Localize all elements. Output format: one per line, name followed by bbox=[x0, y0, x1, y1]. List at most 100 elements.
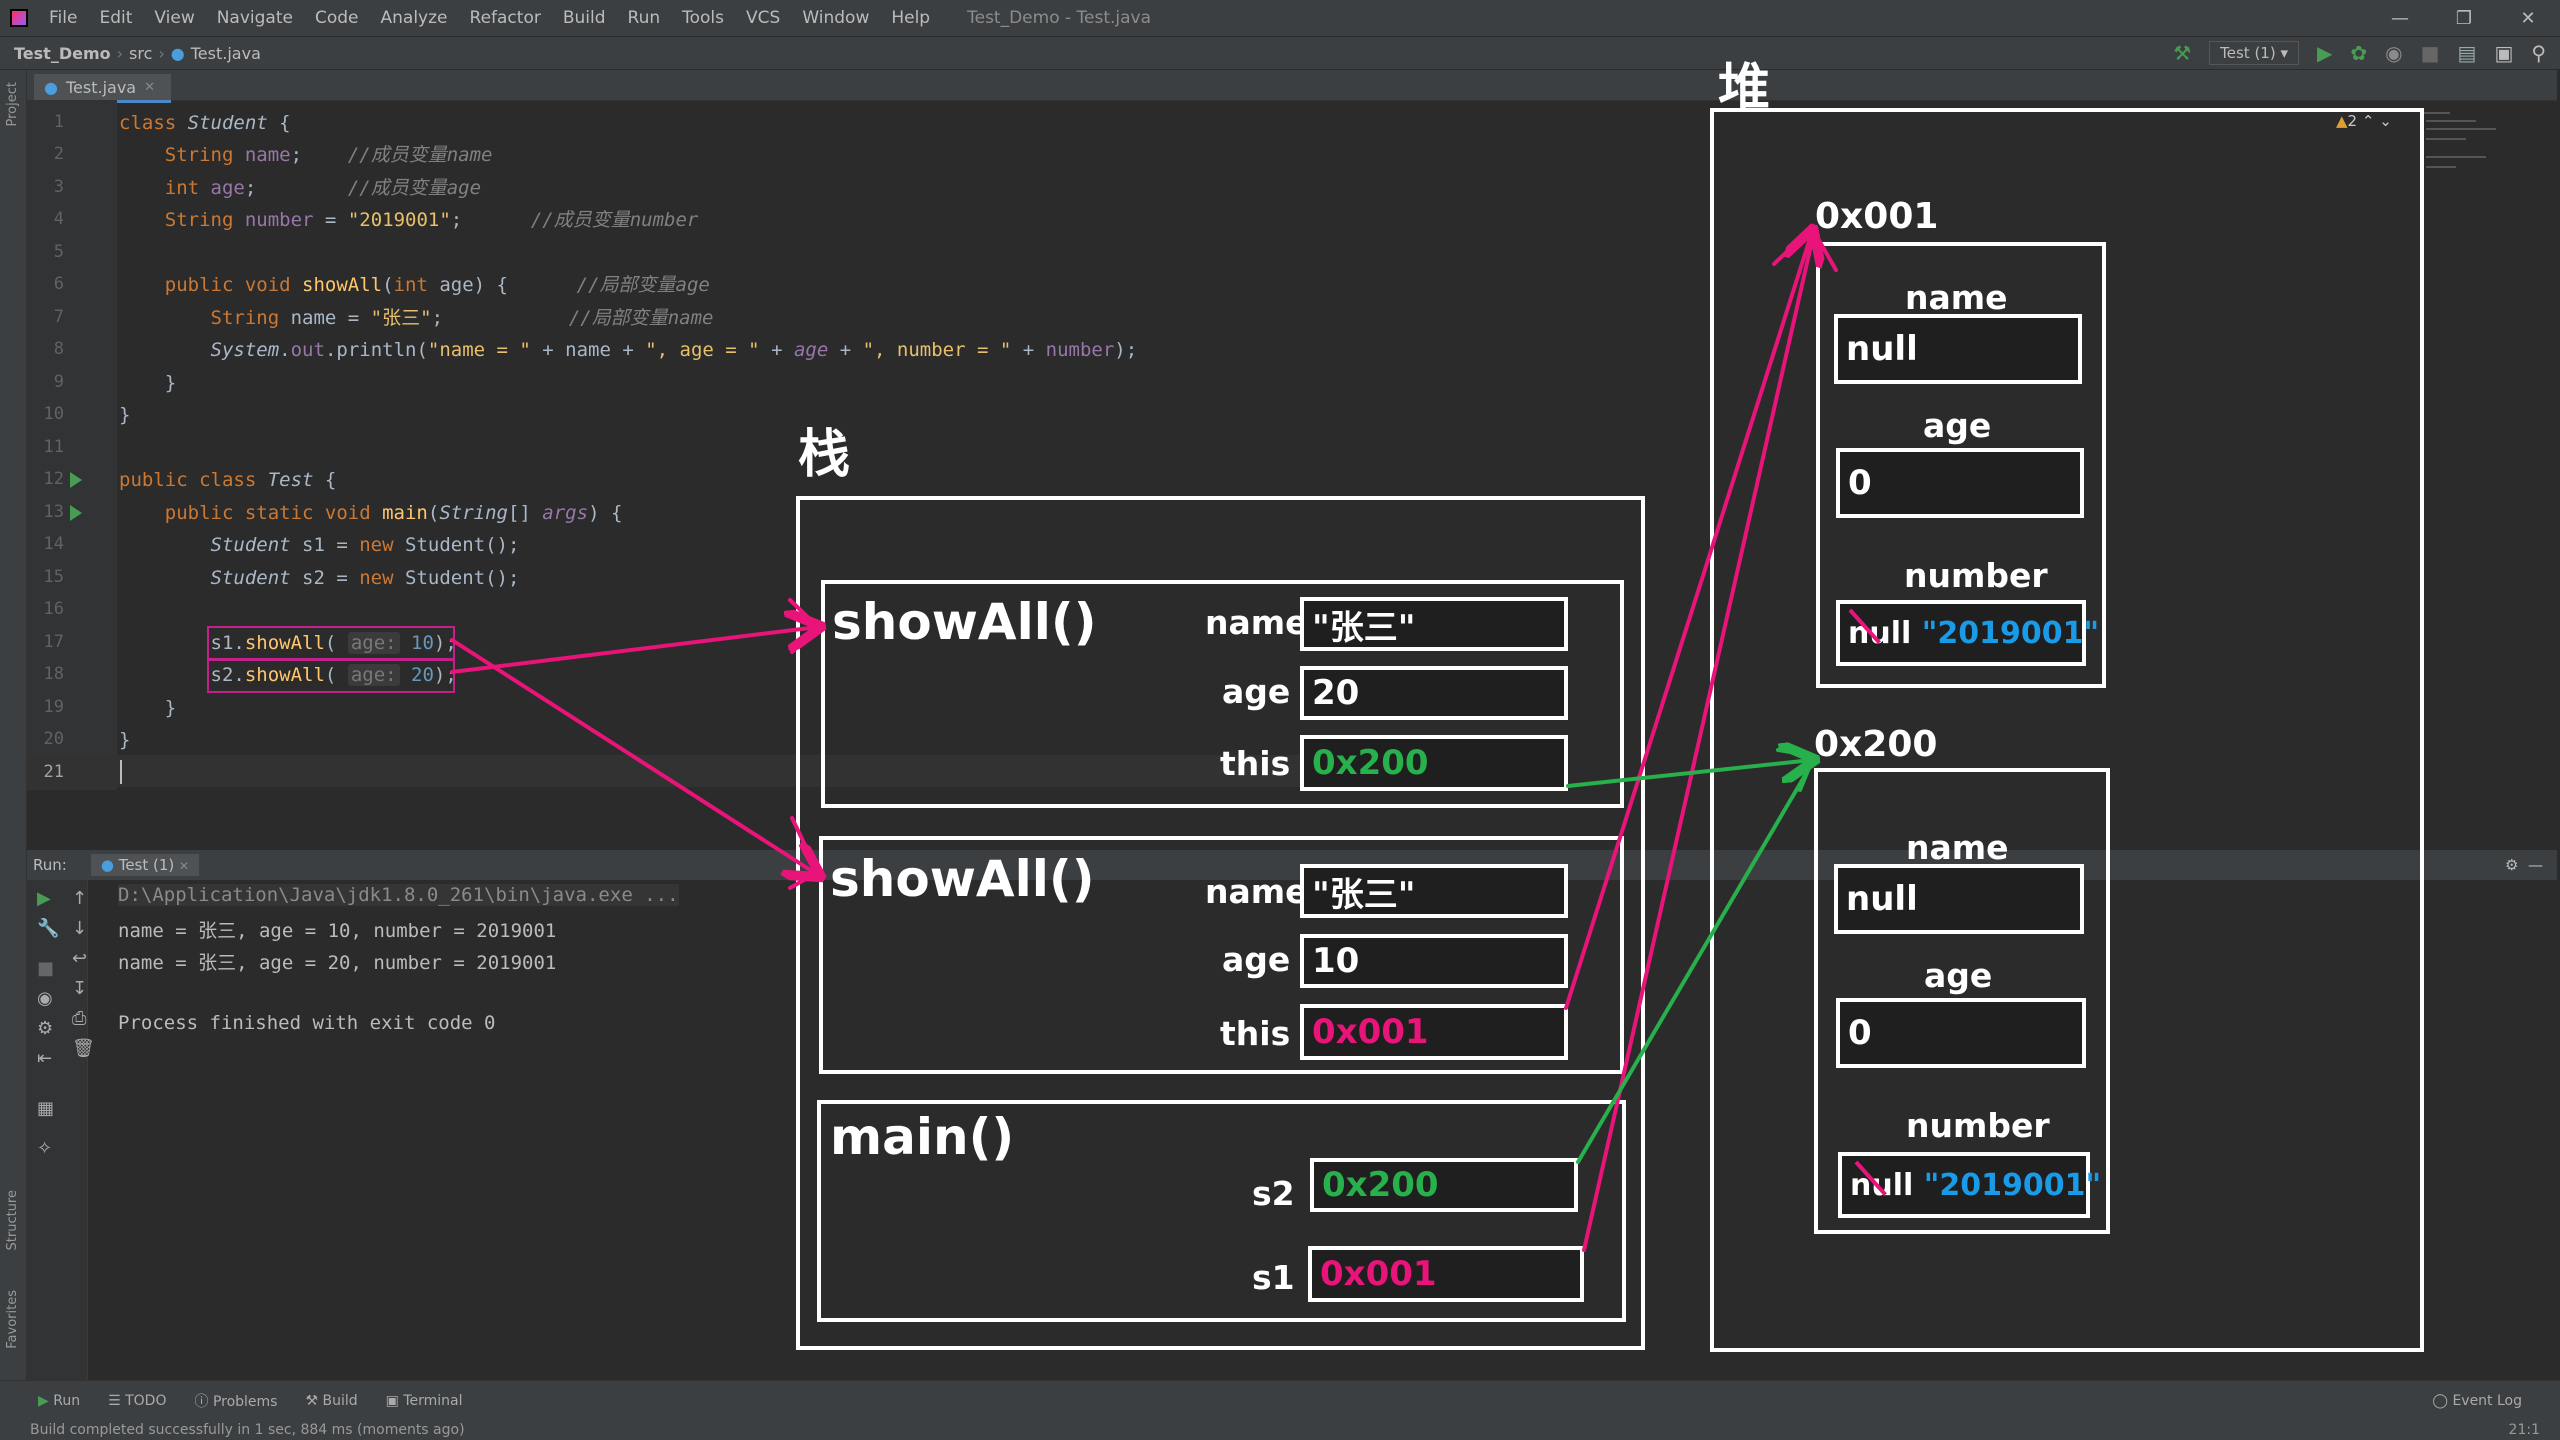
restore-icon[interactable]: ❐ bbox=[2432, 8, 2496, 29]
rerun-icon[interactable]: ▶ bbox=[37, 888, 51, 909]
code-line-20: } bbox=[119, 729, 131, 751]
code-line-2: String name; //成员变量name bbox=[164, 144, 493, 166]
trash-icon[interactable]: 🗑 bbox=[72, 1038, 95, 1059]
console-line: name = 张三, age = 20, number = 2019001 bbox=[118, 952, 557, 974]
menu-run[interactable]: Run bbox=[617, 8, 672, 28]
line-number: 18 bbox=[43, 664, 64, 684]
run-gutter-icon[interactable] bbox=[70, 472, 82, 488]
menu-analyze[interactable]: Analyze bbox=[370, 8, 459, 28]
line-number: 2 bbox=[53, 144, 64, 164]
line-number: 17 bbox=[43, 632, 64, 652]
field-label: age bbox=[1923, 406, 1992, 445]
heap-object-0x001 bbox=[1816, 242, 2106, 688]
list-icon: ☰ bbox=[108, 1392, 121, 1409]
menu-help[interactable]: Help bbox=[880, 8, 941, 28]
status-bar: Build completed successfully in 1 sec, 8… bbox=[0, 1420, 2560, 1440]
close-tab-icon[interactable]: ✕ bbox=[144, 80, 155, 95]
tab-run[interactable]: ▶ Run bbox=[38, 1393, 80, 1409]
line-number: 5 bbox=[53, 242, 64, 262]
editor-tab-bar bbox=[27, 70, 2557, 101]
info-icon: ⓘ bbox=[194, 1393, 209, 1410]
favorites-tool-button[interactable]: Favorites bbox=[5, 1290, 20, 1349]
code-line-6: public void showAll(int age) { //局部变量age bbox=[164, 274, 710, 296]
var-label: name bbox=[1205, 603, 1308, 642]
code-line-14: Student s1 = new Student(); bbox=[210, 534, 520, 556]
breadcrumb-project[interactable]: Test_Demo bbox=[0, 44, 117, 63]
menu-navigate[interactable]: Navigate bbox=[206, 8, 304, 28]
menu-file[interactable]: File bbox=[38, 8, 88, 28]
layout-icon[interactable]: ▦ bbox=[37, 1098, 54, 1119]
number-value: "2019001" bbox=[1921, 615, 2100, 651]
tab-problems[interactable]: ⓘ Problems bbox=[194, 1391, 277, 1411]
text-cursor bbox=[120, 760, 122, 784]
breadcrumb-file[interactable]: Test.java bbox=[191, 44, 267, 63]
object-address: 0x001 bbox=[1815, 196, 1939, 237]
minimize-icon[interactable]: — bbox=[2368, 8, 2432, 29]
tab-build[interactable]: ⚒ Build bbox=[305, 1393, 357, 1409]
breadcrumb-src[interactable]: src bbox=[123, 44, 158, 63]
run-config-select[interactable]: Test (1) ▾ bbox=[2209, 41, 2300, 65]
arrow-up-icon[interactable]: ↑ bbox=[72, 888, 87, 909]
line-number: 7 bbox=[53, 307, 64, 327]
event-log-icon: ◯ bbox=[2432, 1392, 2448, 1409]
call-highlight-s1 bbox=[207, 626, 455, 660]
print-icon[interactable]: ⎙ bbox=[72, 1008, 86, 1029]
console-line: D:\Application\Java\jdk1.8.0_261\bin\jav… bbox=[118, 884, 679, 906]
run-tab[interactable]: ● Test (1) ✕ bbox=[90, 854, 200, 876]
arrow-accent bbox=[1772, 224, 1838, 272]
menu-refactor[interactable]: Refactor bbox=[459, 8, 552, 28]
run-panel-options[interactable]: ⚙ — bbox=[2505, 856, 2557, 874]
line-number: 14 bbox=[43, 534, 64, 554]
arrow-down-icon[interactable]: ↓ bbox=[72, 918, 87, 939]
object-address: 0x200 bbox=[1814, 724, 1938, 765]
field-label: number bbox=[1904, 556, 2048, 595]
soft-wrap-icon[interactable]: ↩ bbox=[72, 948, 87, 969]
line-number: 10 bbox=[43, 404, 64, 424]
menu-window[interactable]: Window bbox=[791, 8, 880, 28]
structure-tool-button[interactable]: Structure bbox=[5, 1190, 20, 1250]
layout-icon[interactable]: ▣ bbox=[2494, 41, 2513, 65]
line-number: 1 bbox=[53, 112, 64, 132]
debug-icon[interactable]: ✿ bbox=[2350, 41, 2367, 65]
run-gutter-icon[interactable] bbox=[70, 505, 82, 521]
menu-code[interactable]: Code bbox=[304, 8, 370, 28]
menu-vcs[interactable]: VCS bbox=[735, 8, 791, 28]
scroll-end-icon[interactable]: ↧ bbox=[72, 978, 87, 999]
stop-icon[interactable]: ■ bbox=[37, 958, 54, 979]
code-line-4: String number = "2019001"; //成员变量number bbox=[164, 209, 699, 231]
exit-icon[interactable]: ⇤ bbox=[37, 1048, 52, 1069]
code-line-19: } bbox=[119, 697, 177, 719]
camera-icon[interactable]: ◉ bbox=[37, 988, 53, 1009]
arrow-accent bbox=[1776, 748, 1817, 792]
run-icon[interactable]: ▶ bbox=[2317, 41, 2332, 65]
tab-terminal[interactable]: ▣ Terminal bbox=[386, 1393, 463, 1409]
line-number: 13 bbox=[43, 502, 64, 522]
tab-todo[interactable]: ☰ TODO bbox=[108, 1393, 166, 1409]
settings-icon[interactable]: ⚙ bbox=[37, 1018, 53, 1039]
coverage-icon[interactable]: ◉ bbox=[2385, 41, 2402, 65]
search-icon[interactable]: ⚲ bbox=[2531, 41, 2546, 65]
code-line-7: String name = "张三"; //局部变量name bbox=[210, 307, 714, 329]
pin-icon[interactable]: ✧ bbox=[37, 1138, 52, 1159]
inspection-widget[interactable]: ▲2 ⌃ ⌄ bbox=[2336, 112, 2392, 130]
project-structure-icon[interactable]: ▤ bbox=[2458, 41, 2477, 65]
stop-icon[interactable]: ■ bbox=[2421, 41, 2440, 65]
line-number: 20 bbox=[43, 729, 64, 749]
menu-bar: File Edit View Navigate Code Analyze Ref… bbox=[0, 0, 2560, 37]
menu-edit[interactable]: Edit bbox=[88, 8, 143, 28]
line-number: 19 bbox=[43, 697, 64, 717]
project-tool-button[interactable]: Project bbox=[5, 82, 20, 126]
close-icon[interactable]: ✕ bbox=[2496, 8, 2560, 29]
menu-tools[interactable]: Tools bbox=[671, 8, 735, 28]
code-line-10: } bbox=[119, 404, 131, 426]
menu-build[interactable]: Build bbox=[552, 8, 617, 28]
bottom-tool-bar: ▶ Run ☰ TODO ⓘ Problems ⚒ Build ▣ Termin… bbox=[0, 1380, 2560, 1420]
build-hammer-icon[interactable]: ⚒ bbox=[2173, 41, 2191, 65]
caret-position[interactable]: 21:1 bbox=[2509, 1422, 2560, 1438]
wrench-icon[interactable]: 🔧 bbox=[37, 918, 59, 939]
tab-test-java[interactable]: ● Test.java ✕ bbox=[34, 74, 171, 103]
run-icon: ▶ bbox=[38, 1392, 49, 1409]
event-log-button[interactable]: ◯ Event Log bbox=[2432, 1393, 2560, 1409]
close-tab-icon[interactable]: ✕ bbox=[179, 859, 189, 873]
menu-view[interactable]: View bbox=[143, 8, 205, 28]
